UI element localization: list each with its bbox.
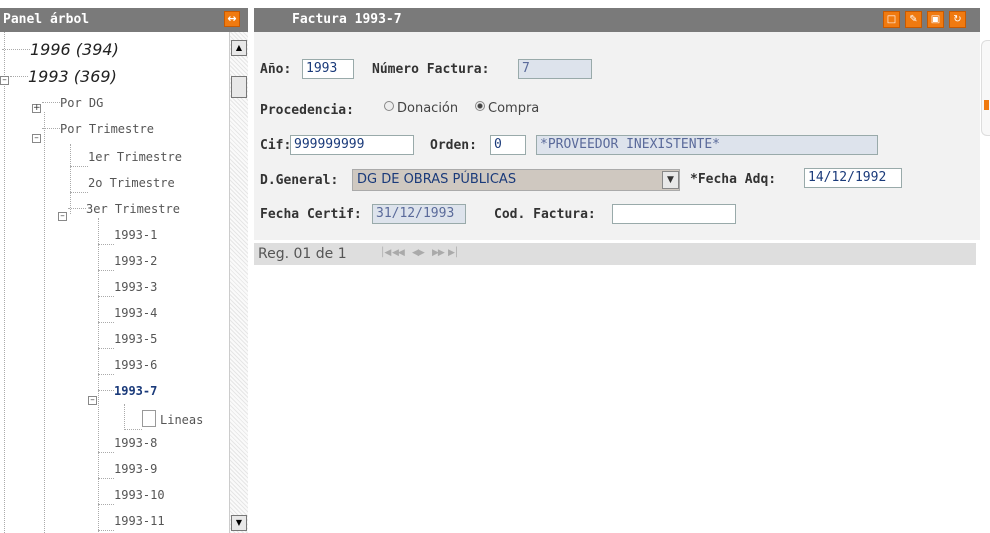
side-panel-marker bbox=[984, 100, 989, 110]
tree-node-1er-trimestre[interactable]: 1er Trimestre bbox=[70, 150, 182, 167]
first-record-icon[interactable]: │◀ bbox=[380, 248, 391, 258]
radio-compra[interactable]: Compra bbox=[475, 101, 539, 116]
cif-label: Cif: bbox=[260, 138, 292, 153]
detail-title: Factura 1993-7 bbox=[292, 12, 402, 27]
detail-panel: Factura 1993-7 □ ✎ ▣ ↻ Año: 1993 Número … bbox=[254, 0, 980, 533]
collapse-icon[interactable]: – bbox=[88, 396, 97, 405]
side-panel-edge bbox=[981, 40, 990, 140]
collapse-icon[interactable]: – bbox=[32, 134, 41, 143]
collapse-icon[interactable]: – bbox=[58, 212, 67, 221]
tree-guide bbox=[44, 112, 45, 533]
tree: 1996 (394) – 1993 (369) + Por DG – Por T… bbox=[0, 32, 228, 533]
collapse-panel-icon[interactable]: ↔ bbox=[224, 11, 240, 27]
anio-field[interactable]: 1993 bbox=[302, 59, 354, 79]
collapse-icon[interactable]: – bbox=[0, 76, 9, 85]
tree-node-1993-8[interactable]: 1993-8 bbox=[98, 436, 157, 453]
dgeneral-select[interactable]: DG DE OBRAS PÚBLICAS bbox=[352, 169, 680, 191]
numero-factura-label: Número Factura: bbox=[372, 62, 490, 77]
chevron-down-icon[interactable]: ▼ bbox=[662, 171, 679, 189]
tree-scrollbar[interactable]: ▲ ▼ bbox=[229, 32, 248, 533]
dgeneral-label: D.General: bbox=[260, 173, 339, 188]
scroll-up-icon[interactable]: ▲ bbox=[231, 40, 247, 56]
procedencia-label: Procedencia: bbox=[260, 103, 354, 118]
next-page-icon[interactable]: ▶▶ bbox=[432, 248, 445, 258]
fecha-certif-label: Fecha Certif: bbox=[260, 207, 362, 222]
tree-panel: Panel árbol ↔ 1996 (394) – 1993 (369) + … bbox=[0, 0, 248, 533]
tree-node-lineas[interactable]: Lineas bbox=[124, 410, 203, 430]
cod-factura-field[interactable] bbox=[612, 204, 736, 224]
fecha-certif-field: 31/12/1993 bbox=[372, 204, 466, 224]
tree-node-1993-7[interactable]: 1993-7 bbox=[98, 384, 157, 398]
tree-node-1993-2[interactable]: 1993-2 bbox=[98, 254, 157, 271]
tree-node-1993-3[interactable]: 1993-3 bbox=[98, 280, 157, 297]
radio-selected-icon bbox=[475, 101, 485, 111]
tree-node-1996[interactable]: 1996 (394) bbox=[2, 40, 119, 59]
prev-page-icon[interactable]: ◀◀ bbox=[392, 248, 405, 258]
tree-node-por-dg[interactable]: Por DG bbox=[42, 96, 103, 110]
document-icon bbox=[142, 410, 156, 427]
tree-panel-header: Panel árbol ↔ bbox=[0, 8, 248, 32]
tree-node-1993-10[interactable]: 1993-10 bbox=[98, 488, 165, 505]
tree-guide bbox=[4, 32, 5, 533]
new-document-icon[interactable]: □ bbox=[883, 11, 900, 28]
record-counter: Reg. 01 de 1 bbox=[258, 246, 347, 262]
tree-panel-title: Panel árbol bbox=[3, 12, 90, 27]
cif-field[interactable]: 999999999 bbox=[290, 135, 414, 155]
orden-field[interactable]: 0 bbox=[490, 135, 526, 155]
prev-next-icon[interactable]: ◀▶ bbox=[412, 248, 425, 258]
fecha-adq-field[interactable]: 14/12/1992 bbox=[804, 168, 902, 188]
radio-icon bbox=[384, 101, 394, 111]
scroll-thumb[interactable] bbox=[231, 76, 247, 98]
fecha-adq-label: *Fecha Adq: bbox=[690, 172, 777, 187]
tree-node-1993-1[interactable]: 1993-1 bbox=[98, 228, 157, 245]
edit-icon[interactable]: ✎ bbox=[905, 11, 922, 28]
detail-header: Factura 1993-7 □ ✎ ▣ ↻ bbox=[254, 8, 980, 32]
record-navigation-bar: Reg. 01 de 1 │◀ ◀◀ ◀▶ ▶▶ ▶│ bbox=[254, 243, 976, 265]
refresh-icon[interactable]: ↻ bbox=[949, 11, 966, 28]
tree-node-3er-trimestre[interactable]: 3er Trimestre bbox=[68, 202, 180, 216]
invoice-form: Año: 1993 Número Factura: 7 Procedencia:… bbox=[254, 32, 980, 240]
tree-node-1993-9[interactable]: 1993-9 bbox=[98, 462, 157, 479]
expand-icon[interactable]: + bbox=[32, 104, 41, 113]
delete-icon[interactable]: ▣ bbox=[927, 11, 944, 28]
tree-node-2o-trimestre[interactable]: 2o Trimestre bbox=[70, 176, 175, 193]
tree-node-1993-11[interactable]: 1993-11 bbox=[98, 514, 165, 531]
scroll-down-icon[interactable]: ▼ bbox=[231, 515, 247, 531]
numero-factura-field: 7 bbox=[518, 59, 592, 79]
tree-node-1993-5[interactable]: 1993-5 bbox=[98, 332, 157, 349]
proveedor-field: *PROVEEDOR INEXISTENTE* bbox=[536, 135, 878, 155]
orden-label: Orden: bbox=[430, 138, 477, 153]
tree-node-1993-6[interactable]: 1993-6 bbox=[98, 358, 157, 375]
tree-node-1993[interactable]: 1993 (369) bbox=[10, 67, 117, 86]
anio-label: Año: bbox=[260, 62, 292, 77]
radio-donacion[interactable]: Donación bbox=[384, 101, 458, 116]
tree-node-por-trimestre[interactable]: Por Trimestre bbox=[42, 122, 154, 136]
tree-node-1993-4[interactable]: 1993-4 bbox=[98, 306, 157, 323]
last-record-icon[interactable]: ▶│ bbox=[448, 248, 459, 258]
cod-factura-label: Cod. Factura: bbox=[494, 207, 596, 222]
